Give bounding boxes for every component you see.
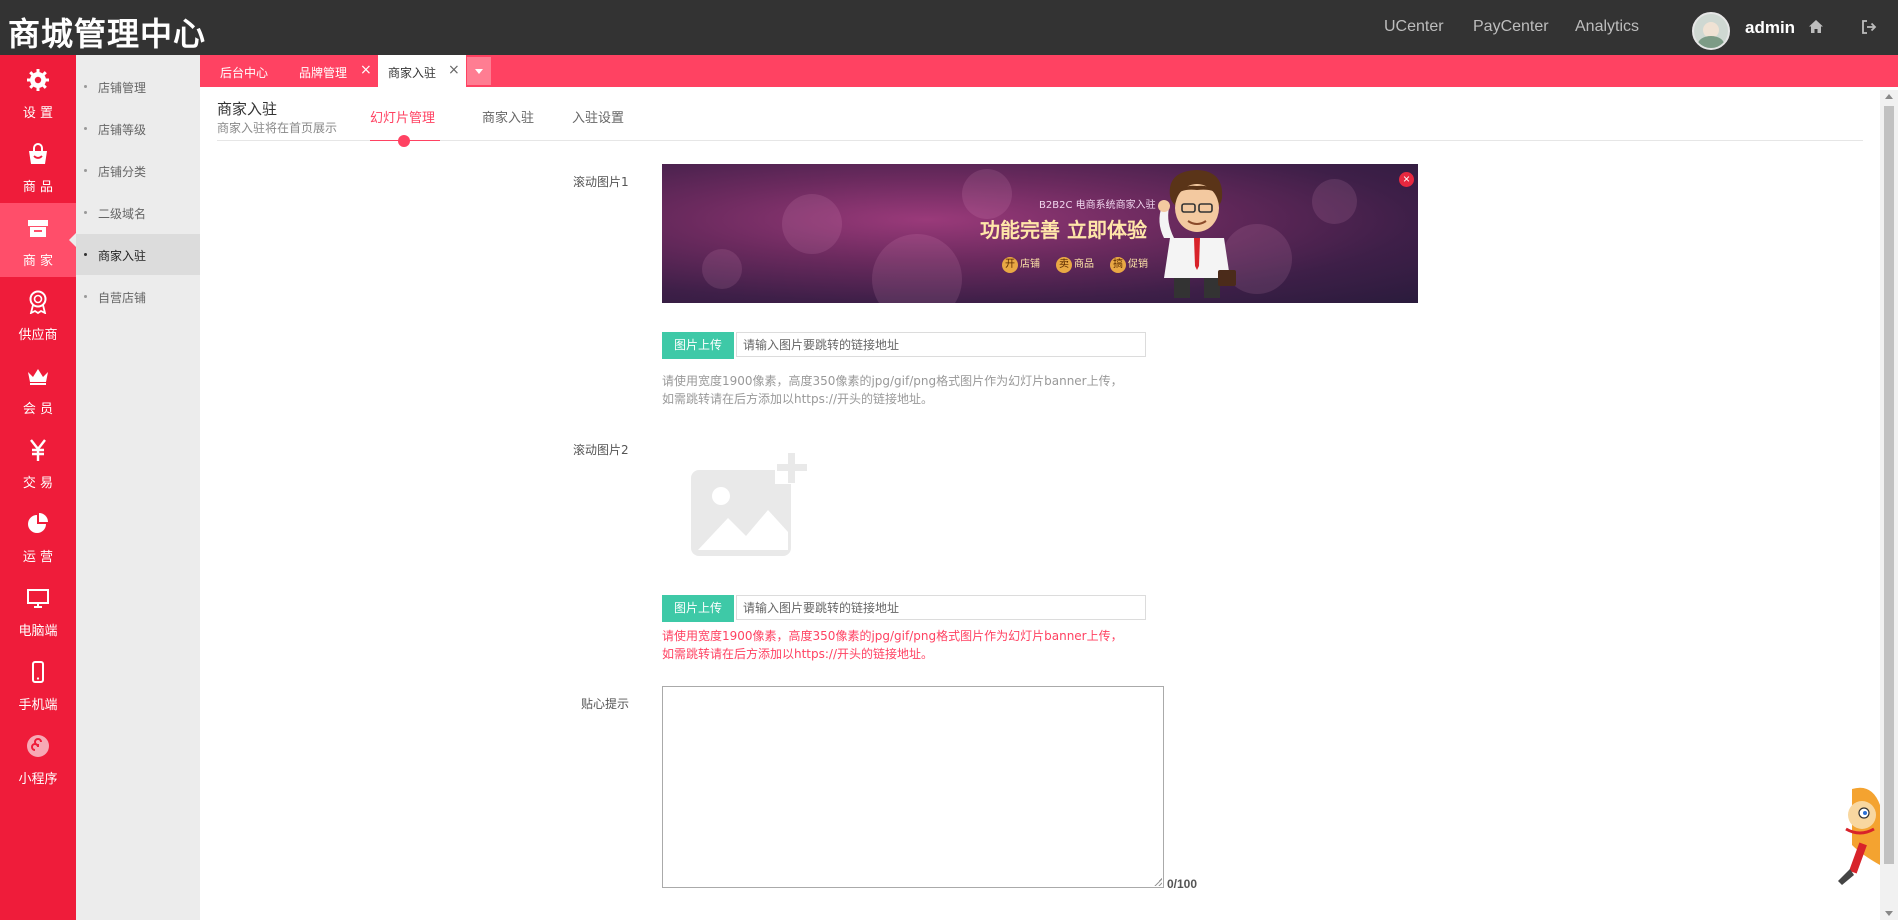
sub-item-self-operated[interactable]: 自营店铺 xyxy=(76,276,200,317)
avatar[interactable] xyxy=(1692,12,1730,50)
sidebar-item-settings[interactable]: 设 置 xyxy=(0,55,76,129)
subtab-merchant-entry[interactable]: 商家入驻 xyxy=(482,107,534,126)
sub-item-store-level[interactable]: 店铺等级 xyxy=(76,108,200,149)
tab-bar: 后台中心 品牌管理 × 商家入驻 × xyxy=(200,55,1898,87)
gear-icon xyxy=(27,69,49,91)
banner-chip: 搞促销 xyxy=(1110,255,1148,273)
vertical-scrollbar[interactable] xyxy=(1880,90,1898,920)
tab-dropdown-button[interactable] xyxy=(467,57,491,85)
page-title: 商家入驻 xyxy=(217,100,278,118)
sidebar-item-mini-program[interactable]: 小程序 xyxy=(0,721,76,795)
sidebar-item-pc[interactable]: 电脑端 xyxy=(0,573,76,647)
sub-sidebar: 店铺管理 店铺等级 店铺分类 二级域名 商家入驻 自营店铺 xyxy=(76,55,200,920)
crown-icon xyxy=(28,369,48,385)
mascot-widget[interactable] xyxy=(1832,785,1882,890)
banner-small-text: B2B2C 电商系统商家入驻 xyxy=(1039,200,1156,211)
banner-chip: 开店铺 xyxy=(1002,255,1040,273)
link-input-2[interactable]: 请输入图片要跳转的链接地址 xyxy=(736,595,1146,620)
nav-ucenter[interactable]: UCenter xyxy=(1384,18,1444,36)
app-logo[interactable]: 商城管理中心 xyxy=(8,9,206,55)
header-divider xyxy=(217,140,1863,141)
tab-dashboard[interactable]: 后台中心 xyxy=(200,55,280,87)
subtab-entry-settings[interactable]: 入驻设置 xyxy=(572,107,624,126)
upload-image-button-2[interactable]: 图片上传 xyxy=(662,595,734,622)
scroll-down-arrow[interactable] xyxy=(1885,911,1893,916)
home-icon[interactable] xyxy=(1808,19,1824,34)
top-bar: 商城管理中心 UCenter PayCenter Analytics admin xyxy=(0,0,1898,55)
subtab-slideshow[interactable]: 幻灯片管理 xyxy=(370,107,435,126)
sidebar-item-label: 商 品 xyxy=(22,180,54,195)
slide1-label: 滚动图片1 xyxy=(573,175,629,189)
sidebar-item-merchant[interactable]: 商 家 xyxy=(0,203,76,277)
shopping-bag-icon xyxy=(29,143,47,164)
sidebar-item-label: 电脑端 xyxy=(18,624,58,639)
main-sidebar: 设 置 商 品 商 家 供应商 会 员 交 易 运 营 电脑端 手机端 小程序 xyxy=(0,55,76,920)
mobile-icon xyxy=(32,661,44,683)
hint-text-2: 请使用宽度1900像素，高度350像素的jpg/gif/png格式图片作为幻灯片… xyxy=(662,629,1123,661)
add-image-icon[interactable] xyxy=(688,450,812,560)
pie-chart-icon xyxy=(28,513,48,533)
sidebar-item-supplier[interactable]: 供应商 xyxy=(0,277,76,351)
banner-headline: 功能完善 立即体验 xyxy=(980,218,1147,242)
tips-textarea[interactable] xyxy=(662,686,1164,888)
scroll-up-arrow[interactable] xyxy=(1885,94,1893,99)
username[interactable]: admin xyxy=(1745,18,1795,38)
store-icon xyxy=(28,220,48,237)
link-input-1[interactable]: 请输入图片要跳转的链接地址 xyxy=(736,332,1146,357)
sidebar-item-goods[interactable]: 商 品 xyxy=(0,129,76,203)
sidebar-item-label: 会 员 xyxy=(22,402,54,417)
tips-label: 贴心提示 xyxy=(581,697,630,711)
upload-image-button-1[interactable]: 图片上传 xyxy=(662,332,734,359)
banner-image: B2B2C 电商系统商家入驻 功能完善 立即体验 开店铺 卖商品 搞促销 xyxy=(662,164,1418,303)
page-subtitle: 商家入驻将在首页展示 xyxy=(217,121,338,135)
sub-item-store-category[interactable]: 店铺分类 xyxy=(76,150,200,191)
subtab-indicator-dot xyxy=(398,135,410,147)
sidebar-item-mobile[interactable]: 手机端 xyxy=(0,647,76,721)
sidebar-item-label: 交 易 xyxy=(22,476,54,491)
nav-paycenter[interactable]: PayCenter xyxy=(1473,18,1549,36)
monitor-icon xyxy=(27,589,49,608)
businessman-illustration xyxy=(1158,170,1236,298)
nav-analytics[interactable]: Analytics xyxy=(1575,18,1639,36)
logout-icon[interactable] xyxy=(1861,19,1877,35)
sidebar-item-trade[interactable]: 交 易 xyxy=(0,425,76,499)
remove-banner-button[interactable]: × xyxy=(1399,172,1414,187)
sub-item-store-management[interactable]: 店铺管理 xyxy=(76,66,200,107)
mini-program-icon xyxy=(27,735,49,757)
close-icon[interactable]: × xyxy=(448,62,460,78)
sidebar-item-label: 商 家 xyxy=(22,254,54,269)
sidebar-item-operation[interactable]: 运 营 xyxy=(0,499,76,573)
slide2-label: 滚动图片2 xyxy=(573,443,629,457)
sidebar-item-member[interactable]: 会 员 xyxy=(0,351,76,425)
sub-item-merchant-entry[interactable]: 商家入驻 xyxy=(76,234,200,275)
tab-merchant-entry[interactable]: 商家入驻 × xyxy=(378,55,466,87)
sub-item-subdomain[interactable]: 二级域名 xyxy=(76,192,200,233)
yen-icon xyxy=(30,439,46,461)
sidebar-item-label: 运 营 xyxy=(22,550,54,565)
char-counter: 0/100 xyxy=(1167,877,1198,891)
chevron-down-icon xyxy=(475,69,483,74)
hint-text-1: 请使用宽度1900像素，高度350像素的jpg/gif/png格式图片作为幻灯片… xyxy=(662,374,1123,406)
sidebar-item-label: 设 置 xyxy=(22,106,54,121)
resize-handle[interactable] xyxy=(1154,878,1162,886)
scrollbar-thumb[interactable] xyxy=(1884,106,1894,864)
close-icon[interactable]: × xyxy=(360,62,372,78)
sidebar-item-label: 小程序 xyxy=(18,772,58,787)
sidebar-item-label: 供应商 xyxy=(18,328,58,343)
medal-icon xyxy=(29,290,47,314)
sidebar-item-label: 手机端 xyxy=(18,698,58,713)
banner-chip: 卖商品 xyxy=(1056,255,1094,273)
tab-brand-management[interactable]: 品牌管理 × xyxy=(280,55,378,87)
